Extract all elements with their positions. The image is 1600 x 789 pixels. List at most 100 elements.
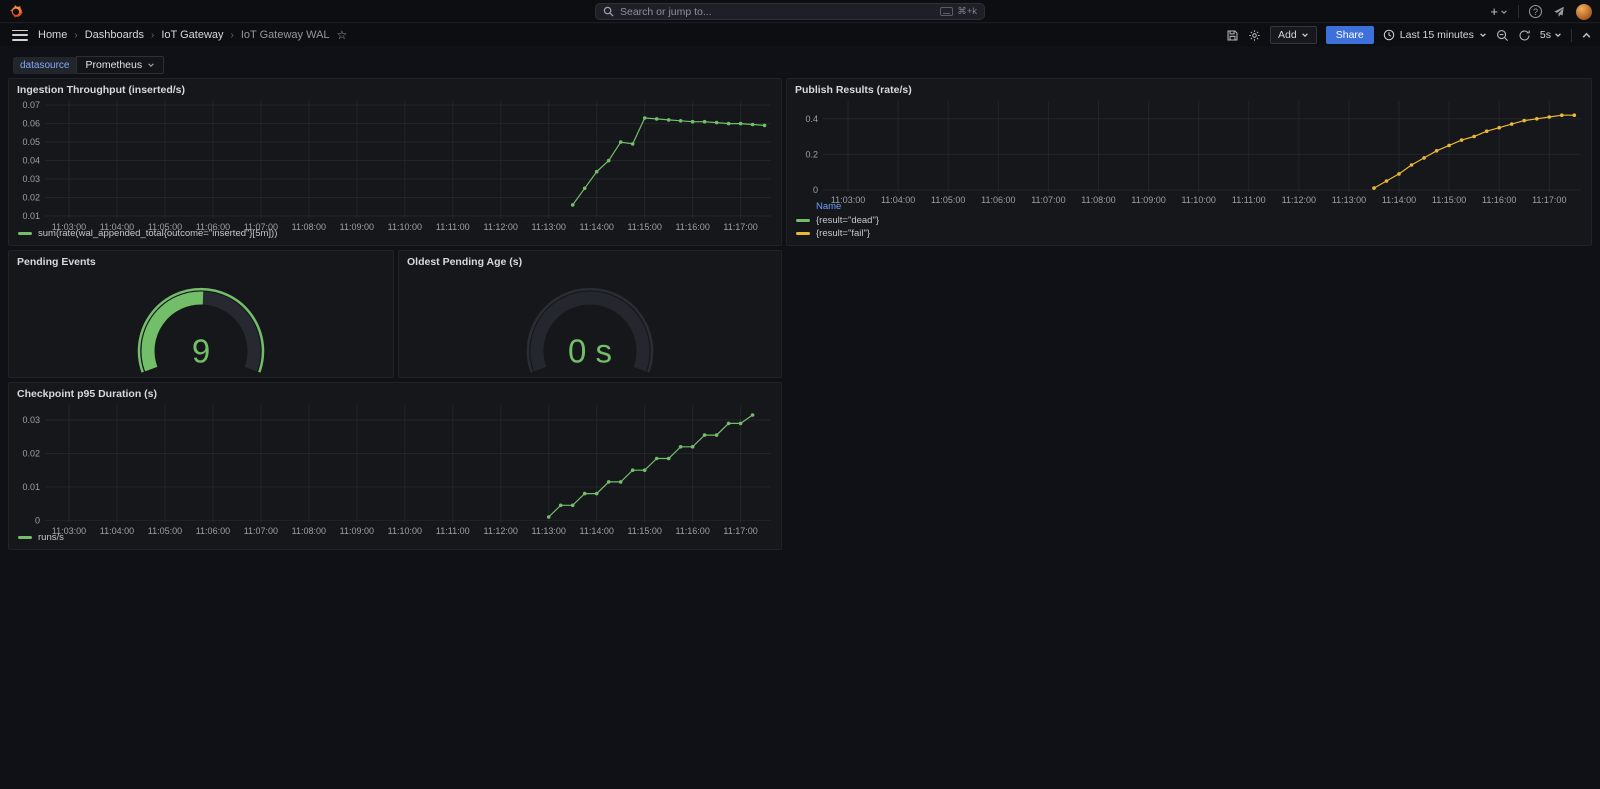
legend-item[interactable]: runs/s: [18, 531, 64, 544]
svg-text:11:07:00: 11:07:00: [244, 526, 278, 536]
grafana-dashboard: Search or jump to... ⌘+k + ? Home › Dash…: [0, 0, 1600, 789]
svg-text:0.04: 0.04: [22, 156, 40, 166]
grafana-logo-icon[interactable]: [7, 3, 24, 20]
variable-label: datasource: [13, 56, 77, 74]
search-placeholder: Search or jump to...: [620, 5, 712, 18]
svg-text:11:08:00: 11:08:00: [292, 222, 326, 232]
svg-text:11:07:00: 11:07:00: [1031, 195, 1065, 205]
svg-text:0.01: 0.01: [22, 211, 40, 221]
svg-text:11:09:00: 11:09:00: [1131, 195, 1165, 205]
dashboard-nav-bar: Home › Dashboards › IoT Gateway › IoT Ga…: [0, 24, 1600, 46]
svg-text:11:08:00: 11:08:00: [292, 526, 326, 536]
datasource-dropdown[interactable]: Prometheus: [76, 56, 165, 74]
svg-text:0: 0: [813, 185, 818, 195]
breadcrumb-folder[interactable]: IoT Gateway: [161, 29, 223, 41]
chevron-down-icon: [1480, 33, 1486, 38]
svg-text:9: 9: [192, 333, 210, 370]
svg-text:11:15:00: 11:15:00: [1432, 195, 1466, 205]
timeseries-chart[interactable]: 0.01 0.02 0.03 0.04 0.05 0.06 0.07 11:03:00 11:0…: [9, 79, 783, 247]
chevron-down-icon: [1555, 33, 1561, 38]
series-color-dash-icon: [18, 536, 32, 539]
new-button[interactable]: +: [1490, 4, 1508, 19]
svg-text:0.05: 0.05: [22, 137, 40, 147]
top-right-actions: + ?: [1490, 0, 1592, 23]
svg-text:11:12:00: 11:12:00: [484, 222, 518, 232]
svg-text:11:17:00: 11:17:00: [1532, 195, 1566, 205]
svg-text:11:14:00: 11:14:00: [580, 526, 614, 536]
legend-item[interactable]: sum(rate(wal_appended_total{outcome="ins…: [18, 227, 277, 240]
user-avatar[interactable]: [1576, 3, 1592, 20]
chart-legend[interactable]: sum(rate(wal_appended_total{outcome="ins…: [18, 227, 277, 240]
svg-text:11:16:00: 11:16:00: [675, 526, 709, 536]
svg-text:11:15:00: 11:15:00: [627, 222, 661, 232]
svg-text:11:08:00: 11:08:00: [1081, 195, 1115, 205]
news-icon[interactable]: [1552, 5, 1566, 19]
refresh-interval-dropdown[interactable]: 5s: [1540, 29, 1562, 41]
search-input[interactable]: Search or jump to... ⌘+k: [595, 3, 985, 20]
timeseries-chart[interactable]: 0 0.2 0.4 11:03:00 11:04:00 11:05:00 11:06:00 1…: [787, 79, 1593, 247]
legend-item[interactable]: {result="dead"}: [796, 214, 879, 227]
svg-text:11:13:00: 11:13:00: [1332, 195, 1366, 205]
breadcrumb-separator: ›: [151, 29, 155, 41]
legend-item[interactable]: {result="fail"}: [796, 227, 879, 240]
svg-text:11:10:00: 11:10:00: [388, 222, 422, 232]
svg-text:11:17:00: 11:17:00: [723, 222, 757, 232]
svg-text:11:11:00: 11:11:00: [436, 222, 470, 232]
breadcrumb-current: IoT Gateway WAL: [240, 29, 330, 41]
time-range-picker[interactable]: Last 15 minutes: [1383, 29, 1487, 41]
gauge-chart: 0 s: [399, 269, 781, 377]
gauge-chart: 9: [9, 269, 393, 377]
svg-text:0.4: 0.4: [805, 114, 818, 124]
menu-icon[interactable]: [12, 29, 28, 41]
clock-icon: [1383, 29, 1394, 41]
search-shortcut: ⌘+k: [940, 6, 977, 17]
panel-ingestion-throughput: Ingestion Throughput (inserted/s) 0.01 0.…: [8, 78, 782, 246]
refresh-icon[interactable]: [1518, 29, 1531, 42]
panel-pending-events: Pending Events 9: [8, 250, 394, 378]
svg-text:11:11:00: 11:11:00: [1232, 195, 1266, 205]
collapse-chevron-up-icon[interactable]: [1581, 30, 1592, 41]
svg-text:0 s: 0 s: [568, 333, 612, 370]
add-button[interactable]: Add: [1270, 26, 1317, 44]
svg-text:0.2: 0.2: [805, 149, 818, 159]
svg-text:11:04:00: 11:04:00: [881, 195, 915, 205]
svg-text:0.02: 0.02: [22, 448, 40, 458]
divider: [1518, 5, 1519, 18]
timeseries-chart[interactable]: 0 0.01 0.02 0.03 11:03:00 11:04:00 11:05:00 11:…: [9, 383, 783, 551]
panel-publish-results: Publish Results (rate/s) 0 0.2 0.4 11:03:00…: [786, 78, 1592, 246]
svg-text:11:12:00: 11:12:00: [1282, 195, 1316, 205]
svg-text:11:16:00: 11:16:00: [1482, 195, 1516, 205]
search-icon: [603, 6, 614, 17]
svg-text:0.06: 0.06: [22, 119, 40, 129]
chevron-down-icon: [1501, 9, 1507, 14]
breadcrumb-home[interactable]: Home: [38, 29, 67, 41]
breadcrumb-separator: ›: [74, 29, 78, 41]
panel-oldest-pending-age: Oldest Pending Age (s) 0 s: [398, 250, 782, 378]
save-dashboard-icon[interactable]: [1226, 29, 1239, 42]
settings-gear-icon[interactable]: [1248, 29, 1261, 42]
breadcrumb-dashboards[interactable]: Dashboards: [85, 29, 144, 41]
breadcrumb-separator: ›: [230, 29, 234, 41]
svg-text:11:11:00: 11:11:00: [436, 526, 470, 536]
zoom-out-icon[interactable]: [1496, 29, 1509, 42]
svg-text:11:15:00: 11:15:00: [627, 526, 661, 536]
svg-text:11:14:00: 11:14:00: [1382, 195, 1416, 205]
help-icon[interactable]: ?: [1529, 5, 1542, 18]
svg-text:11:12:00: 11:12:00: [484, 526, 518, 536]
svg-text:11:09:00: 11:09:00: [340, 222, 374, 232]
svg-text:11:14:00: 11:14:00: [580, 222, 614, 232]
svg-text:11:17:00: 11:17:00: [723, 526, 757, 536]
svg-text:0.03: 0.03: [22, 174, 40, 184]
chart-legend[interactable]: runs/s: [18, 531, 64, 544]
chart-legend[interactable]: Name {result="dead"} {result="fail"}: [796, 201, 879, 240]
share-button[interactable]: Share: [1325, 26, 1374, 44]
legend-header[interactable]: Name: [796, 201, 879, 214]
keyboard-icon: [940, 7, 954, 16]
svg-text:11:04:00: 11:04:00: [100, 526, 134, 536]
svg-text:11:05:00: 11:05:00: [148, 526, 182, 536]
chevron-down-icon: [148, 63, 154, 68]
top-bar: Search or jump to... ⌘+k + ?: [0, 0, 1600, 23]
svg-text:11:16:00: 11:16:00: [675, 222, 709, 232]
svg-text:0: 0: [35, 515, 40, 525]
favorite-star-icon[interactable]: ☆: [337, 28, 348, 42]
